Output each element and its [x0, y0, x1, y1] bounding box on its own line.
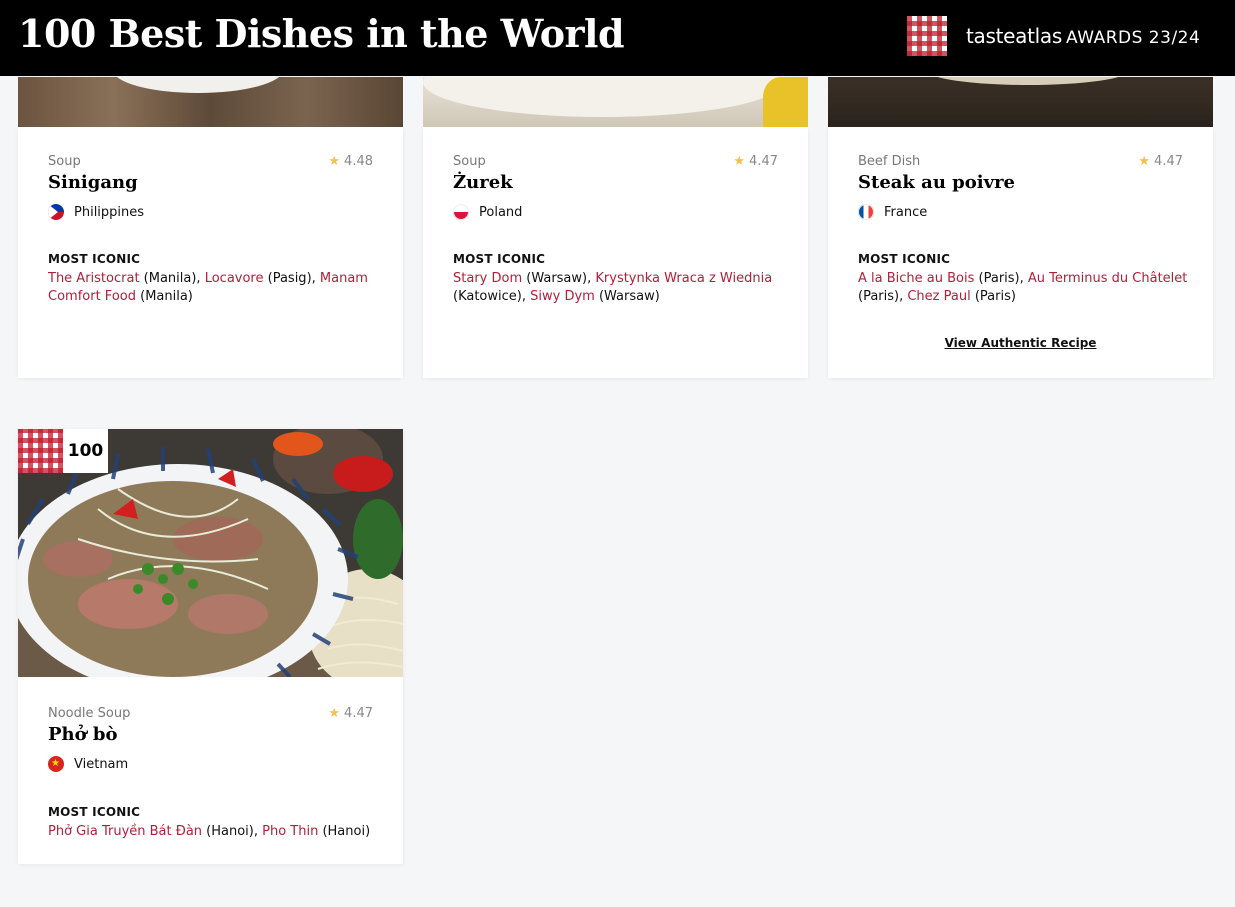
dish-name[interactable]: Steak au poivre	[858, 172, 1015, 193]
page-header: 100 Best Dishes in the World tasteatlas A…	[0, 0, 1235, 76]
dish-category: Soup	[48, 154, 81, 169]
restaurant-location: (Manila)	[135, 289, 193, 304]
brand-wordmark[interactable]: tasteatlas AWARDS 23/24	[966, 24, 1200, 48]
restaurant-link[interactable]: Chez Paul	[907, 289, 970, 304]
vietnam-flag-icon	[48, 756, 64, 772]
restaurant-location: (Katowice),	[453, 289, 531, 304]
tasteatlas-logo-icon[interactable]	[907, 16, 947, 56]
dish-image[interactable]	[18, 77, 403, 127]
dish-card-steak-au-poivre[interactable]: Beef Dish ★ 4.47 Steak au poivre France M…	[828, 77, 1213, 378]
rank-badge: 100	[18, 429, 108, 473]
dish-country[interactable]: Vietnam	[48, 756, 128, 772]
restaurant-location: (Hanoi),	[202, 824, 263, 839]
dish-category: Beef Dish	[858, 154, 921, 169]
restaurant-location: (Paris)	[970, 289, 1016, 304]
rating-value: 4.48	[344, 154, 373, 169]
dish-rating: ★ 4.47	[328, 706, 373, 721]
restaurant-location: (Hanoi)	[318, 824, 371, 839]
most-iconic-list: Stary Dom (Warsaw), Krystynka Wraca z Wi…	[453, 270, 783, 306]
dish-card-zurek[interactable]: Soup ★ 4.47 Żurek Poland MOST ICONIC Star…	[423, 77, 808, 378]
brand-name: tasteatlas	[966, 24, 1062, 48]
page-title: 100 Best Dishes in the World	[18, 11, 625, 56]
dish-rating: ★ 4.47	[733, 154, 778, 169]
most-iconic-heading: MOST ICONIC	[453, 252, 546, 266]
most-iconic-list: Phở Gia Truyền Bát Đàn (Hanoi), Pho Thin…	[48, 823, 378, 841]
dish-country[interactable]: France	[858, 204, 927, 220]
restaurant-link[interactable]: Stary Dom	[453, 271, 522, 286]
star-icon: ★	[1138, 154, 1151, 169]
most-iconic-heading: MOST ICONIC	[48, 252, 141, 266]
restaurant-location: (Paris),	[858, 289, 908, 304]
restaurant-link[interactable]: A la Biche au Bois	[858, 271, 974, 286]
country-name: Vietnam	[74, 756, 129, 772]
country-name: France	[884, 204, 928, 220]
dish-name[interactable]: Żurek	[453, 172, 513, 193]
rating-value: 4.47	[344, 706, 373, 721]
most-iconic-list: The Aristocrat (Manila), Locavore (Pasig…	[48, 270, 378, 306]
star-icon: ★	[328, 706, 341, 721]
restaurant-location: (Paris),	[974, 271, 1028, 286]
restaurant-link[interactable]: The Aristocrat	[48, 271, 140, 286]
restaurant-location: (Warsaw),	[522, 271, 596, 286]
rank-number: 100	[63, 429, 108, 473]
country-name: Philippines	[74, 204, 145, 220]
tasteatlas-check-icon	[18, 429, 63, 473]
restaurant-link[interactable]: Pho Thin	[262, 824, 318, 839]
france-flag-icon	[858, 204, 874, 220]
dish-category: Soup	[453, 154, 486, 169]
dish-country[interactable]: Poland	[453, 204, 522, 220]
dish-card-sinigang[interactable]: Soup ★ 4.48 Sinigang Philippines MOST ICO…	[18, 77, 403, 378]
philippines-flag-icon	[48, 204, 64, 220]
restaurant-link[interactable]: Siwy Dym	[530, 289, 595, 304]
most-iconic-heading: MOST ICONIC	[858, 252, 951, 266]
restaurant-location: (Manila),	[139, 271, 205, 286]
dish-image[interactable]: 100	[18, 429, 403, 677]
restaurant-location: (Pasig),	[263, 271, 320, 286]
dish-image[interactable]	[828, 77, 1213, 127]
star-icon: ★	[733, 154, 746, 169]
brand-awards: AWARDS 23/24	[1066, 28, 1201, 48]
dish-rating: ★ 4.48	[328, 154, 373, 169]
most-iconic-list: A la Biche au Bois (Paris), Au Terminus …	[858, 270, 1188, 306]
rating-value: 4.47	[749, 154, 778, 169]
rating-value: 4.47	[1154, 154, 1183, 169]
dish-name[interactable]: Phở bò	[48, 724, 118, 745]
view-recipe-link[interactable]: View Authentic Recipe	[828, 336, 1213, 350]
dish-rating: ★ 4.47	[1138, 154, 1183, 169]
dish-card-pho-bo[interactable]: 100 Noodle Soup ★4.47 Phở bò Vietnam MOS…	[18, 429, 403, 864]
dish-category: Noodle Soup	[48, 706, 131, 721]
restaurant-link[interactable]: Locavore	[205, 271, 264, 286]
most-iconic-heading: MOST ICONIC	[48, 805, 141, 819]
restaurant-link[interactable]: Au Terminus du Châtelet	[1028, 271, 1187, 286]
restaurant-location: (Warsaw)	[594, 289, 660, 304]
country-name: Poland	[479, 204, 523, 220]
dish-country[interactable]: Philippines	[48, 204, 144, 220]
restaurant-link[interactable]: Krystynka Wraca z Wiednia	[595, 271, 772, 286]
star-icon: ★	[328, 154, 341, 169]
dish-name[interactable]: Sinigang	[48, 172, 138, 193]
poland-flag-icon	[453, 204, 469, 220]
restaurant-link[interactable]: Phở Gia Truyền Bát Đàn	[48, 824, 202, 839]
dish-image[interactable]	[423, 77, 808, 127]
